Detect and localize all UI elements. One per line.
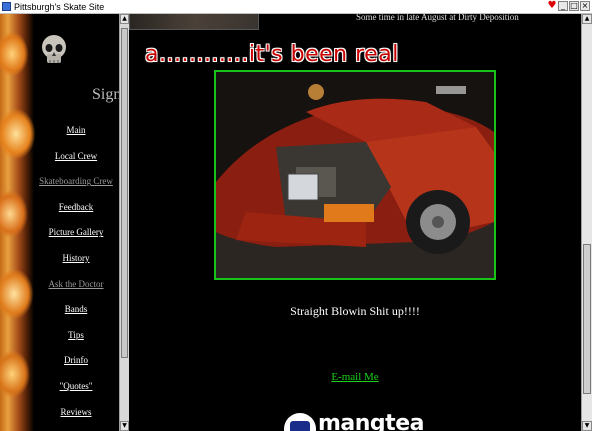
wrecked-car-photo xyxy=(214,70,496,280)
sign-heading: Sign xyxy=(92,86,119,103)
nav-link[interactable]: Tips xyxy=(30,323,119,349)
close-button[interactable]: × xyxy=(580,1,590,11)
nav-menu: Main Local Crew Skateboarding Crew Feedback… xyxy=(30,118,119,431)
window-title: Pittsburgh's Skate Site xyxy=(14,2,105,12)
nav-link[interactable]: Bands xyxy=(30,297,119,323)
right-scrollbar[interactable]: ▲ ▼ xyxy=(581,14,592,431)
scroll-up-arrow-icon[interactable]: ▲ xyxy=(582,14,592,24)
main-content: Some time in late August at Dirty Deposi… xyxy=(129,14,581,431)
minimize-button[interactable]: _ xyxy=(558,1,568,11)
email-link[interactable]: E-mail Me xyxy=(129,371,581,383)
nav-link[interactable]: Ask the Doctor xyxy=(30,272,119,298)
logo-circle-icon xyxy=(284,413,316,431)
nav-link[interactable]: "Quotes" xyxy=(30,374,119,400)
scroll-down-arrow-icon[interactable]: ▼ xyxy=(582,421,592,431)
left-nav-frame: Sign Main Local Crew Skateboarding Crew Fee… xyxy=(0,14,119,431)
scrollbar-thumb[interactable] xyxy=(121,28,128,358)
heart-icon: ♥ xyxy=(547,0,557,11)
nav-link[interactable]: Main xyxy=(30,118,119,144)
nav-link[interactable]: Local Crew xyxy=(30,144,119,170)
nav-link[interactable]: Picture Gallery xyxy=(30,220,119,246)
nav-link[interactable]: History xyxy=(30,246,119,272)
scroll-down-arrow-icon[interactable]: ▼ xyxy=(120,421,129,431)
top-photo xyxy=(129,14,259,30)
nav-link[interactable]: Feedback xyxy=(30,195,119,221)
sponsor-logo[interactable]: mangtea xyxy=(284,411,434,431)
nav-link[interactable]: Drinfo xyxy=(30,348,119,374)
maximize-button[interactable]: □ xyxy=(569,1,579,11)
photo-caption: Straight Blowin Shit up!!!! xyxy=(290,304,420,318)
browser-icon xyxy=(2,2,11,11)
nav-link[interactable]: Sponsors xyxy=(30,425,119,431)
title-bar: Pittsburgh's Skate Site ♥ _ □ × xyxy=(0,0,592,14)
nav-link[interactable]: Skateboarding Crew xyxy=(30,169,119,195)
window-controls: ♥ _ □ × xyxy=(547,1,590,11)
left-scrollbar[interactable]: ▲ ▼ xyxy=(119,14,129,431)
nav-link[interactable]: Reviews xyxy=(30,400,119,426)
scroll-up-arrow-icon[interactable]: ▲ xyxy=(120,14,129,24)
top-caption: Some time in late August at Dirty Deposi… xyxy=(356,14,519,22)
skull-icon xyxy=(42,35,66,63)
scrollbar-thumb[interactable] xyxy=(583,244,591,394)
logo-text: mangtea xyxy=(318,411,424,431)
page-headline: a............it's been real xyxy=(145,42,399,67)
